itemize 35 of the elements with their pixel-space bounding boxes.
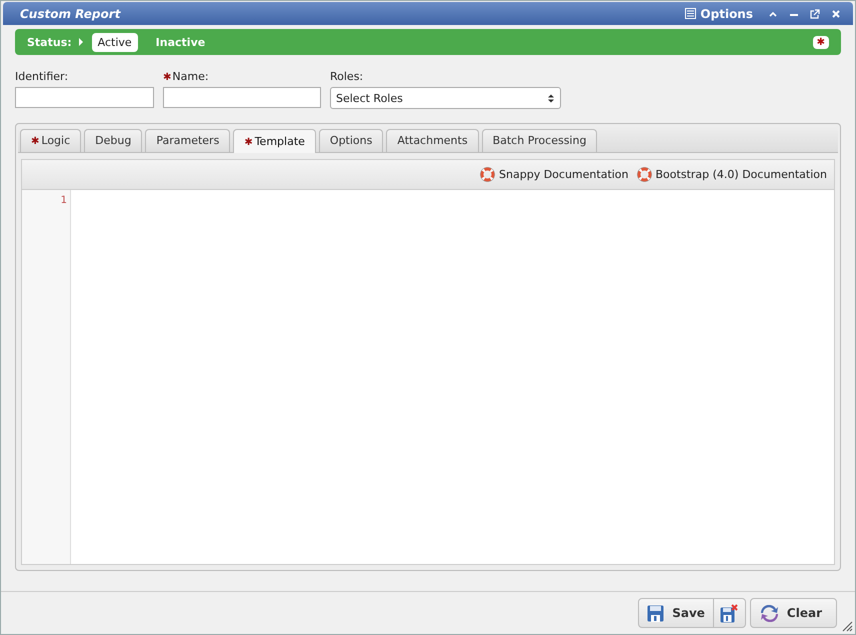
list-icon: [685, 8, 696, 19]
window-title: Custom Report: [20, 6, 120, 20]
status-option[interactable]: Active: [92, 32, 138, 52]
status-label: Status:: [27, 36, 72, 48]
discard-button[interactable]: [714, 598, 746, 628]
popout-icon[interactable]: [810, 8, 820, 18]
tab[interactable]: Attachments: [386, 129, 479, 152]
close-icon[interactable]: [831, 8, 841, 18]
field-label: Roles:: [330, 70, 364, 83]
tab[interactable]: Batch Processing: [482, 129, 598, 152]
roles-select[interactable]: Select Roles: [330, 87, 561, 109]
resize-grip-icon[interactable]: [842, 621, 853, 632]
tab[interactable]: Parameters: [145, 129, 230, 152]
tab[interactable]: ✱ Template: [233, 129, 316, 153]
documentation-link[interactable]: Snappy Documentation: [480, 167, 629, 182]
options-button[interactable]: Options: [685, 6, 753, 20]
text-field[interactable]: [15, 87, 154, 108]
required-marker: ✱: [812, 36, 829, 48]
field-label: Identifier:: [15, 70, 70, 83]
field-label: ✱Name:: [163, 70, 210, 83]
text-field[interactable]: [163, 87, 321, 108]
lifebuoy-icon: [636, 167, 652, 182]
clear-button[interactable]: Clear: [750, 598, 837, 628]
tab[interactable]: Options: [318, 129, 384, 152]
lifebuoy-icon: [480, 167, 496, 182]
tab[interactable]: ✱ Logic: [20, 129, 82, 152]
tab[interactable]: Debug: [84, 129, 142, 152]
documentation-link[interactable]: Bootstrap (4.0) Documentation: [636, 167, 827, 182]
code-editor[interactable]: 1: [22, 190, 834, 564]
floppy-disk-delete-icon: [720, 604, 739, 622]
refresh-icon: [760, 604, 779, 622]
line-number: 1: [60, 195, 67, 206]
save-button[interactable]: Save: [638, 598, 714, 628]
caret-icon: [78, 38, 84, 46]
sort-icon: [548, 94, 554, 102]
